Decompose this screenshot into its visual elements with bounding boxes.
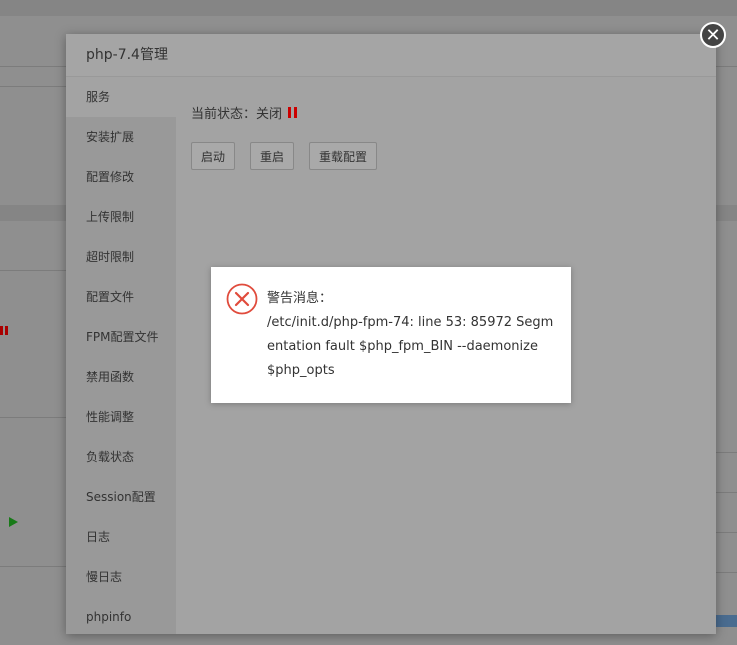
service-buttons: 启动 重启 重载配置 (191, 142, 701, 170)
dialog-title: php-7.4管理 (66, 34, 716, 77)
bg-divider (0, 86, 66, 87)
sidebar-item-session-config[interactable]: Session配置 (66, 477, 176, 517)
service-status: 当前状态：关闭 (191, 103, 701, 122)
bg-band (0, 0, 737, 16)
sidebar-item-service[interactable]: 服务 (66, 77, 176, 117)
warning-alert: 警告消息： /etc/init.d/php-fpm-74: line 53: 8… (211, 267, 571, 403)
alert-text: 警告消息： /etc/init.d/php-fpm-74: line 53: 8… (267, 287, 557, 383)
bg-divider (0, 566, 66, 567)
sidebar-item-load-status[interactable]: 负载状态 (66, 437, 176, 477)
bg-divider (716, 572, 737, 573)
sidebar-item-config-edit[interactable]: 配置修改 (66, 157, 176, 197)
sidebar-item-config-file[interactable]: 配置文件 (66, 277, 176, 317)
bg-divider (0, 417, 66, 418)
dialog-sidebar: 服务 安装扩展 配置修改 上传限制 超时限制 配置文件 FPM配置文件 禁用函数… (66, 77, 176, 634)
start-button[interactable]: 启动 (191, 142, 236, 170)
sidebar-item-performance-tuning[interactable]: 性能调整 (66, 397, 176, 437)
sidebar-item-install-extension[interactable]: 安装扩展 (66, 117, 176, 157)
alert-message: /etc/init.d/php-fpm-74: line 53: 85972 S… (267, 315, 554, 378)
sidebar-item-phpinfo[interactable]: phpinfo (66, 597, 176, 637)
bg-divider (716, 532, 737, 533)
sidebar-item-fpm-config-file[interactable]: FPM配置文件 (66, 317, 176, 357)
status-label: 当前状态：关闭 (191, 107, 283, 122)
bg-play-icon (9, 517, 18, 527)
close-icon[interactable]: ✕ (700, 22, 726, 48)
bg-divider (716, 492, 737, 493)
restart-button[interactable]: 重启 (250, 142, 295, 170)
bg-divider (0, 270, 66, 271)
sidebar-item-slow-log[interactable]: 慢日志 (66, 557, 176, 597)
pause-icon (288, 107, 298, 118)
bg-divider (716, 452, 737, 453)
sidebar-item-disabled-functions[interactable]: 禁用函数 (66, 357, 176, 397)
sidebar-item-log[interactable]: 日志 (66, 517, 176, 557)
alert-title: 警告消息： (267, 291, 333, 306)
bg-status-icon (0, 326, 8, 335)
sidebar-item-timeout-limit[interactable]: 超时限制 (66, 237, 176, 277)
error-icon (226, 283, 258, 315)
reload-config-button[interactable]: 重载配置 (309, 142, 378, 170)
bg-bar (716, 615, 737, 627)
sidebar-item-upload-limit[interactable]: 上传限制 (66, 197, 176, 237)
